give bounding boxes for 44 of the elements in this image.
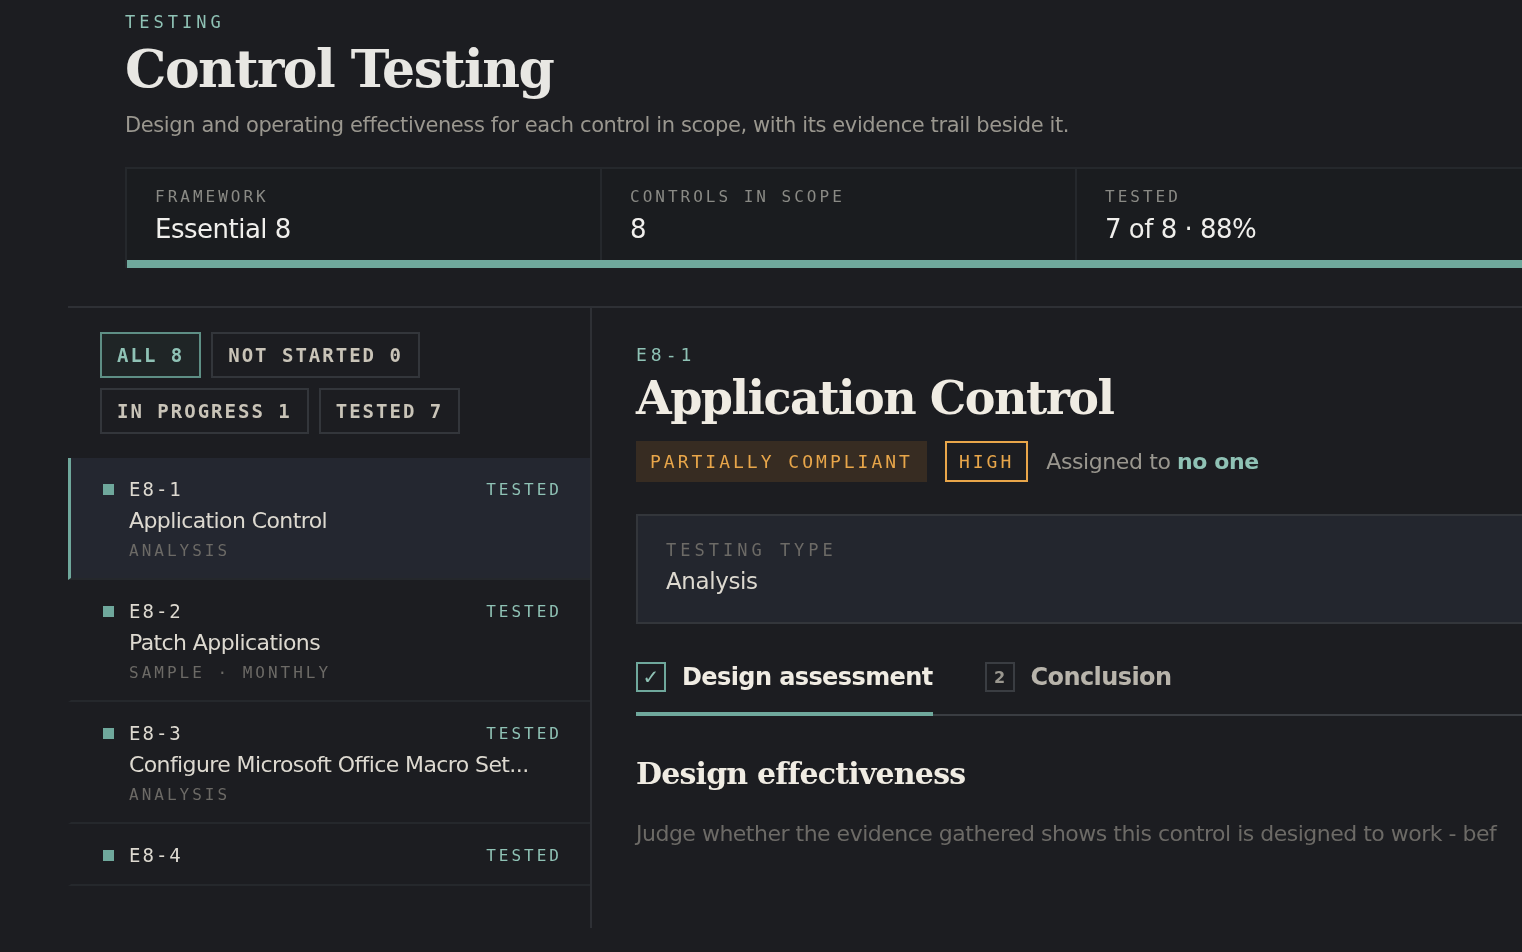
- step-tab[interactable]: ✓ Design assessment: [636, 654, 933, 716]
- control-list-item[interactable]: E8-3 TESTED Configure Microsoft Office Macro Set... ANALYSIS: [68, 702, 590, 824]
- step-number: 2: [984, 662, 1015, 692]
- control-meta: ANALYSIS: [129, 541, 231, 560]
- filter-chip[interactable]: NOT STARTED 0: [211, 332, 420, 378]
- control-id: E8-2: [129, 600, 183, 622]
- control-status: TESTED: [486, 845, 562, 865]
- stat-label: CONTROLS IN SCOPE: [630, 187, 845, 206]
- control-list-item[interactable]: E8-4 TESTED: [68, 824, 590, 886]
- control-meta: SAMPLE · MONTHLY: [129, 663, 332, 682]
- control-meta: ANALYSIS: [129, 785, 231, 804]
- severity-badge: HIGH: [944, 441, 1029, 482]
- control-list-item[interactable]: E8-2 TESTED Patch Applications SAMPLE · MONTHLY: [68, 580, 590, 702]
- control-name: Patch Applications: [129, 630, 320, 655]
- page-title: Control Testing: [125, 38, 554, 99]
- page-subtitle: Design and operating effectiveness for each control in scope, with its evidence trail beside it.: [125, 113, 1069, 137]
- stat-value: 7 of 8 · 88%: [1105, 214, 1257, 244]
- control-id: E8-1: [129, 478, 183, 500]
- check-marker-icon: ✓: [636, 662, 666, 692]
- stat-label: TESTED: [1105, 187, 1181, 206]
- section-title: Design effectiveness: [636, 756, 966, 791]
- step-tab[interactable]: 2 Conclusion: [984, 654, 1172, 716]
- field-value: Analysis: [666, 568, 758, 594]
- control-name: Configure Microsoft Office Macro Set...: [129, 752, 529, 777]
- assignee-text: Assigned to no one: [1046, 449, 1259, 474]
- control-status: TESTED: [486, 601, 562, 621]
- filter-chip[interactable]: IN PROGRESS 1: [100, 388, 309, 434]
- section-text: Judge whether the evidence gathered shows this control is designed to work - bef: [636, 821, 1497, 846]
- page-eyebrow: TESTING: [125, 12, 225, 32]
- control-id: E8-4: [129, 844, 183, 866]
- stat-value: 8: [630, 214, 647, 244]
- control-list-item[interactable]: E8-1 TESTED Application Control ANALYSIS: [68, 458, 590, 580]
- control-status: TESTED: [486, 479, 562, 499]
- control-id: E8-1: [636, 344, 696, 365]
- control-status: TESTED: [486, 723, 562, 743]
- filter-chip[interactable]: TESTED 7: [318, 388, 461, 434]
- filter-chip[interactable]: ALL 8: [100, 332, 202, 378]
- field-label: TESTING TYPE: [666, 540, 837, 560]
- status-badge: PARTIALLY COMPLIANT: [636, 441, 927, 482]
- stat-value: Essential 8: [155, 214, 291, 244]
- control-name: Application Control: [129, 508, 328, 533]
- stat-label: FRAMEWORK: [155, 187, 269, 206]
- control-title: Application Control: [636, 371, 1114, 425]
- control-id: E8-3: [129, 722, 183, 744]
